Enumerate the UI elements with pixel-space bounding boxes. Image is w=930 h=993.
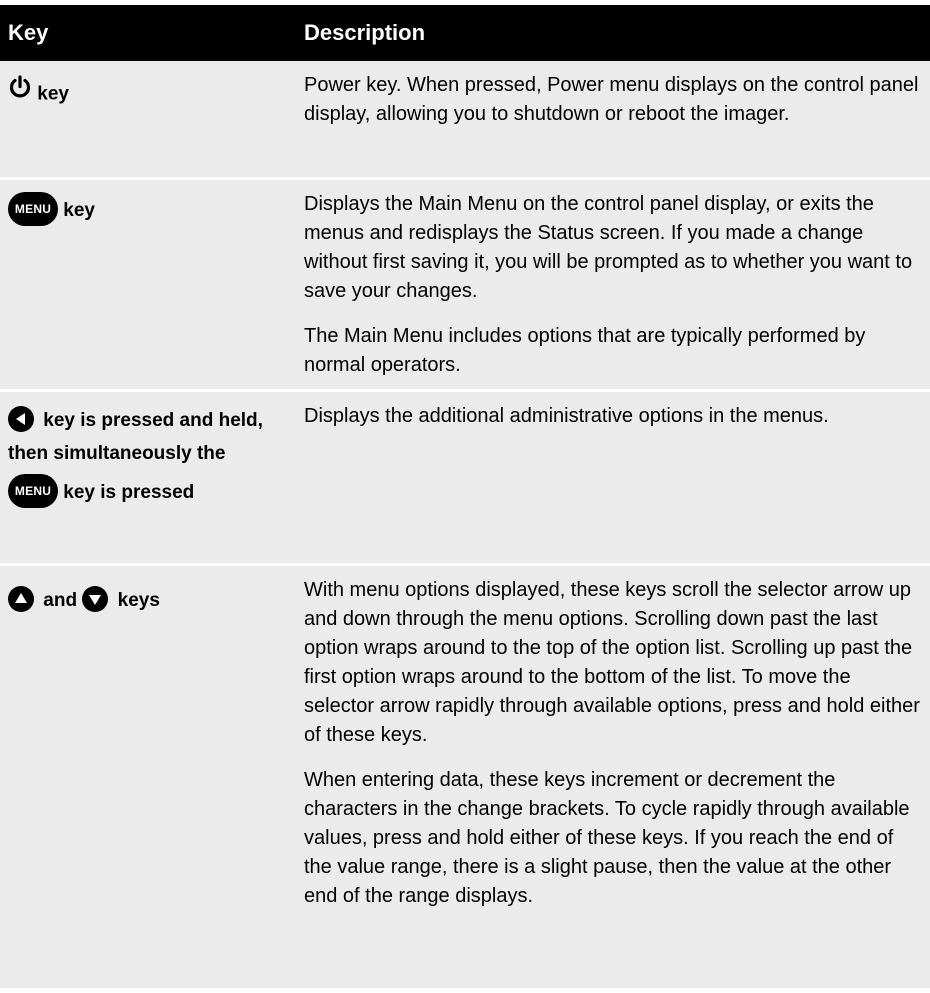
description-text: The Main Menu includes options that are …: [304, 325, 866, 376]
table-row-power: key Power key. When pressed, Power menu …: [0, 61, 930, 180]
table-header: Key Description: [0, 5, 930, 61]
key-label: key is pressed: [63, 482, 195, 504]
key-label: keys: [117, 590, 160, 611]
power-icon: [8, 75, 32, 110]
key-label: key: [37, 83, 69, 105]
description-cell: With menu options displayed, these keys …: [296, 566, 930, 988]
description-text: Displays the additional administrative o…: [304, 405, 829, 427]
description-cell: Displays the Main Menu on the control pa…: [296, 180, 930, 389]
description-text: With menu options displayed, these keys …: [304, 579, 920, 746]
menu-button-icon: MENU: [8, 474, 58, 508]
up-arrow-icon: [8, 585, 34, 612]
key-label: key is pressed and held, then simultaneo…: [8, 410, 263, 464]
left-arrow-icon: [8, 405, 34, 432]
description-text: When entering data, these keys increment…: [304, 769, 910, 907]
header-description: Description: [304, 20, 426, 45]
header-key: Key: [8, 20, 49, 45]
key-line: MENU key is pressed: [8, 474, 284, 510]
description-cell: Power key. When pressed, Power menu disp…: [296, 61, 930, 177]
table-row-menu: MENU key Displays the Main Menu on the c…: [0, 180, 930, 392]
down-arrow-icon: [82, 585, 109, 612]
table-row-admin: key is pressed and held, then simultaneo…: [0, 392, 930, 566]
description-text: Displays the Main Menu on the control pa…: [304, 193, 913, 302]
menu-button-icon: MENU: [8, 192, 58, 226]
description-cell: Displays the additional administrative o…: [296, 392, 930, 563]
key-cell: key: [0, 61, 296, 177]
description-text: Power key. When pressed, Power menu disp…: [304, 74, 919, 125]
key-cell: key is pressed and held, then simultaneo…: [0, 392, 296, 563]
page: Key Description key Power key. When pres…: [0, 0, 930, 993]
key-label-and: and: [43, 590, 78, 611]
key-cell: and keys: [0, 566, 296, 988]
key-cell: MENU key: [0, 180, 296, 389]
key-label: key: [63, 200, 95, 222]
key-description-table: Key Description key Power key. When pres…: [0, 5, 930, 988]
table-row-arrows: and keys With menu options displayed, th…: [0, 566, 930, 988]
